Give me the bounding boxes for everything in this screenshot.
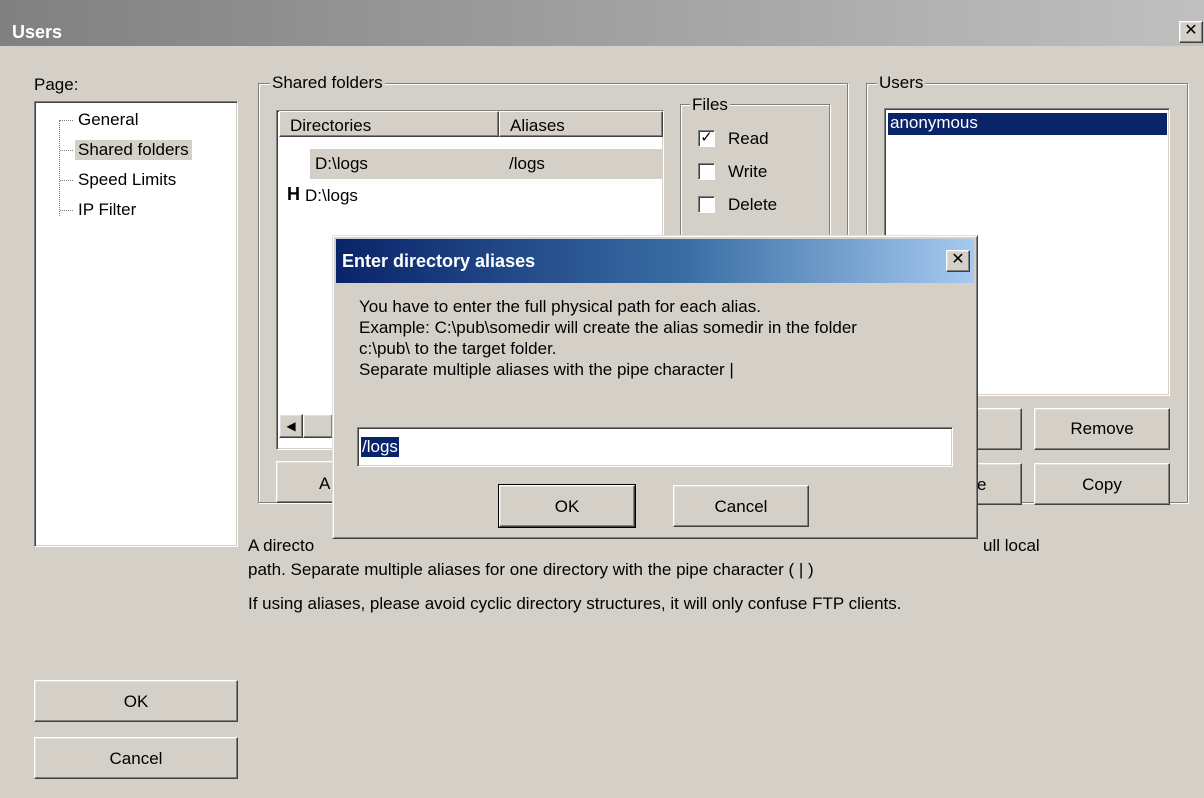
- alias-input[interactable]: /logs: [357, 427, 953, 467]
- window-title: Users: [12, 22, 63, 42]
- close-icon: ✕: [1184, 22, 1198, 39]
- remove-user-button[interactable]: Remove: [1034, 408, 1170, 450]
- dialog-message-line: Separate multiple aliases with the pipe …: [359, 360, 734, 379]
- window-titlebar[interactable]: Users ✕: [0, 0, 1204, 46]
- dialog-close-button[interactable]: ✕: [946, 250, 970, 272]
- rename-button-label: e: [977, 475, 987, 494]
- list-item[interactable]: anonymous: [888, 113, 1167, 135]
- shared-folders-label: Shared folders: [270, 73, 385, 93]
- copy-user-button[interactable]: Copy: [1034, 463, 1170, 505]
- dialog-cancel-button[interactable]: Cancel: [673, 485, 809, 527]
- scroll-left-button[interactable]: ◀: [279, 414, 303, 438]
- dialog-titlebar[interactable]: Enter directory aliases ✕: [336, 239, 974, 283]
- tree-branch: [60, 120, 73, 121]
- add-button-label: A: [319, 474, 331, 493]
- files-label: Files: [690, 95, 730, 115]
- close-icon: ✕: [951, 251, 965, 268]
- page-tree[interactable]: General Shared folders Speed Limits IP F…: [34, 101, 238, 547]
- read-checkbox[interactable]: ✓: [698, 130, 715, 147]
- help-text-line1-right: ull local: [983, 536, 1040, 555]
- tree-item-shared-folders[interactable]: Shared folders: [75, 140, 192, 160]
- page-label: Page:: [34, 75, 79, 94]
- alias-input-value: /logs: [361, 437, 399, 457]
- directory-cell: D:\logs: [305, 186, 358, 205]
- read-label: Read: [728, 129, 769, 148]
- home-dir-marker: H: [287, 184, 300, 204]
- tree-item-speed-limits[interactable]: Speed Limits: [75, 170, 179, 190]
- dialog-title: Enter directory aliases: [342, 251, 536, 271]
- dialog-message-line: You have to enter the full physical path…: [359, 297, 761, 316]
- tree-branch: [60, 210, 73, 211]
- help-text-line2: path. Separate multiple aliases for one …: [248, 560, 814, 579]
- checkmark-icon: ✓: [700, 129, 713, 146]
- tree-branch: [60, 150, 73, 151]
- help-text-line1-left: A directo: [248, 536, 315, 555]
- delete-label: Delete: [728, 195, 778, 214]
- alias-dialog: Enter directory aliases ✕ You have to en…: [332, 235, 978, 539]
- tree-item-ip-filter[interactable]: IP Filter: [75, 200, 139, 220]
- ok-button[interactable]: OK: [34, 680, 238, 722]
- help-text-line3: If using aliases, please avoid cyclic di…: [248, 594, 902, 613]
- tree-item-general[interactable]: General: [75, 110, 141, 130]
- column-header-aliases[interactable]: Aliases: [499, 111, 663, 137]
- column-header-directories[interactable]: Directories: [279, 111, 499, 137]
- dialog-ok-button[interactable]: OK: [498, 484, 636, 528]
- arrow-left-icon: ◀: [286, 419, 296, 433]
- scroll-thumb[interactable]: [303, 414, 333, 438]
- alias-cell: /logs: [509, 154, 545, 173]
- write-label: Write: [728, 162, 768, 181]
- dialog-message: You have to enter the full physical path…: [359, 296, 959, 380]
- write-checkbox[interactable]: [698, 163, 715, 180]
- tree-branch: [60, 180, 73, 181]
- cancel-button[interactable]: Cancel: [34, 737, 238, 779]
- dialog-message-line: Example: C:\pub\somedir will create the …: [359, 318, 857, 337]
- window-close-button[interactable]: ✕: [1179, 21, 1203, 43]
- dialog-message-line: c:\pub\ to the target folder.: [359, 339, 557, 358]
- delete-checkbox[interactable]: [698, 196, 715, 213]
- directory-cell: D:\logs: [315, 154, 368, 173]
- tree-connector: [59, 120, 60, 216]
- users-label: Users: [877, 73, 926, 93]
